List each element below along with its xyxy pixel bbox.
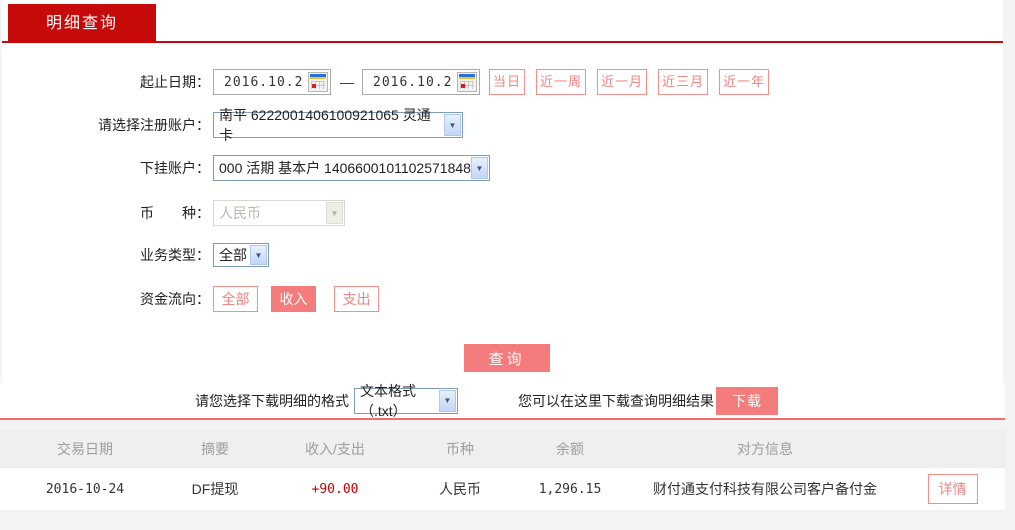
flow-all-button[interactable]: 全部: [213, 286, 258, 312]
date-to-box: [362, 69, 480, 95]
register-account-label: 请选择注册账户：: [98, 117, 210, 133]
download-bar: 请您选择下载明细的格式 文本格式（.txt） ▼ 您可以在这里下载查询明细结果 …: [0, 383, 1005, 420]
cell-balance: 1,296.15: [538, 481, 602, 497]
quick-range-3months-button[interactable]: 近三月: [658, 69, 709, 95]
biz-type-select[interactable]: 全部 ▼: [213, 243, 269, 267]
detail-query-page: 明细查询 起止日期： — 当日 近一周 近一月 近三月 近一年: [0, 0, 1015, 530]
download-hint: 您可以在这里下载查询明细结果: [518, 392, 714, 409]
date-to-input[interactable]: [373, 74, 453, 90]
date-from-input[interactable]: [224, 74, 304, 90]
header-date: 交易日期: [57, 441, 113, 457]
tab-detail-query[interactable]: 明细查询: [8, 4, 156, 43]
chevron-down-icon: ▼: [250, 245, 267, 265]
download-format-value: 文本格式（.txt）: [360, 382, 416, 419]
date-separator: —: [340, 74, 354, 90]
cell-counterparty: 财付通支付科技有限公司客户备付金: [653, 481, 877, 497]
table-row: 2016-10-24 DF提现 +90.00 人民币 1,296.15 财付通支…: [0, 468, 1005, 510]
header-currency: 币种: [446, 441, 474, 457]
header-amount: 收入/支出: [305, 441, 365, 457]
cell-date: 2016-10-24: [45, 481, 125, 497]
flow-expense-button[interactable]: 支出: [334, 286, 379, 312]
register-account-value: 南平 6222001406100921065 灵通卡: [219, 107, 431, 143]
content-panel: 明细查询 起止日期： — 当日 近一周 近一月 近三月 近一年: [2, 0, 1003, 383]
chevron-down-icon: ▼: [471, 157, 488, 179]
biz-type-row: 业务类型： 全部 ▼: [2, 243, 1003, 267]
quick-range-year-button[interactable]: 近一年: [719, 69, 770, 95]
register-account-select[interactable]: 南平 6222001406100921065 灵通卡 ▼: [213, 107, 463, 143]
calendar-icon[interactable]: [308, 72, 328, 92]
download-button[interactable]: 下载: [716, 386, 778, 415]
chevron-down-icon: ▼: [439, 389, 456, 412]
currency-select: 人民币 ▼: [213, 200, 345, 226]
sub-account-label: 下挂账户：: [140, 160, 210, 176]
quick-range-month-button[interactable]: 近一月: [597, 69, 648, 95]
sub-account-value: 000 活期 基本户 1406600101102571848: [219, 160, 471, 176]
download-format-label: 请您选择下载明细的格式: [195, 392, 349, 409]
quick-range-week-button[interactable]: 近一周: [536, 69, 587, 95]
query-button[interactable]: 查询: [463, 344, 550, 372]
sub-account-row: 下挂账户： 000 活期 基本户 1406600101102571848 ▼: [2, 155, 1003, 181]
chevron-down-icon: ▼: [326, 202, 343, 224]
download-format-select[interactable]: 文本格式（.txt） ▼: [354, 383, 458, 419]
fund-flow-label: 资金流向：: [140, 291, 210, 307]
date-from-box: [213, 69, 331, 95]
biz-type-value: 全部: [219, 247, 247, 263]
header-balance: 余额: [556, 441, 584, 457]
cell-summary: DF提现: [191, 481, 239, 497]
fund-flow-row: 资金流向： 全部 收入 支出: [2, 286, 1003, 312]
biz-type-label: 业务类型：: [140, 247, 210, 263]
date-range-label: 起止日期：: [140, 74, 210, 90]
header-counterparty: 对方信息: [737, 441, 793, 457]
calendar-icon[interactable]: [457, 72, 477, 92]
quick-range-today-button[interactable]: 当日: [489, 69, 526, 95]
currency-value: 人民币: [219, 205, 261, 221]
currency-row: 币 种： 人民币 ▼: [2, 200, 1003, 226]
chevron-down-icon: ▼: [444, 114, 461, 136]
cell-action: 详情: [900, 474, 1005, 504]
table-header-row: 交易日期 摘要 收入/支出 币种 余额 对方信息: [0, 430, 1005, 468]
flow-income-button[interactable]: 收入: [271, 286, 316, 312]
query-form: 起止日期： — 当日 近一周 近一月 近三月 近一年 请选择注册账户：: [2, 43, 1003, 383]
register-account-row: 请选择注册账户： 南平 6222001406100921065 灵通卡 ▼: [2, 107, 1003, 143]
cell-amount: +90.00: [311, 481, 359, 497]
cell-currency: 人民币: [439, 481, 481, 497]
detail-button[interactable]: 详情: [927, 474, 978, 504]
header-summary: 摘要: [201, 441, 229, 457]
currency-label: 币 种：: [140, 205, 210, 221]
tab-bar: 明细查询: [2, 0, 1003, 43]
sub-account-select[interactable]: 000 活期 基本户 1406600101102571848 ▼: [213, 155, 490, 181]
result-table: 交易日期 摘要 收入/支出 币种 余额 对方信息 2016-10-24 DF提现…: [0, 430, 1005, 510]
date-range-row: 起止日期： — 当日 近一周 近一月 近三月 近一年: [2, 69, 1003, 95]
